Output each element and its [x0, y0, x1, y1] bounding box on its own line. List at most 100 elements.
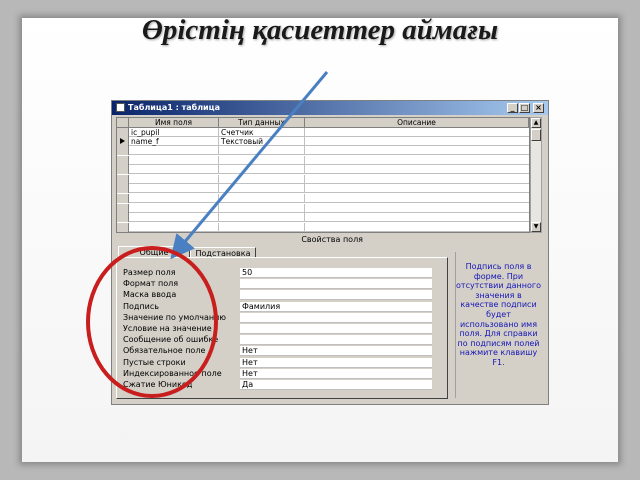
empty-table-row[interactable] [117, 184, 529, 194]
row-selector[interactable] [117, 146, 129, 155]
property-label: Обязательное поле [123, 346, 206, 356]
property-label: Формат поля [123, 279, 179, 289]
data-type-cell[interactable] [219, 165, 305, 175]
table-row[interactable]: name_f Текстовый [117, 137, 529, 146]
empty-table-row[interactable] [117, 194, 529, 203]
property-row[interactable]: Индексированное поле Нет [123, 368, 437, 379]
close-button[interactable]: × [533, 103, 544, 113]
property-label: Пустые строки [123, 357, 186, 367]
property-value-input[interactable]: Да [240, 380, 432, 390]
help-text: Подпись поля в форме. При отсутствии дан… [455, 252, 541, 398]
property-row[interactable]: Сжатие Юникод Да [123, 380, 437, 390]
empty-table-row[interactable] [117, 146, 529, 155]
empty-table-row[interactable] [117, 155, 529, 165]
property-row[interactable]: Размер поля 50 [123, 268, 437, 278]
property-value-input[interactable]: Фамилия [240, 301, 432, 312]
property-label: Сообщение об ошибке [123, 335, 219, 345]
property-value-input[interactable] [240, 335, 432, 346]
slide-title: Өрістің қасиеттер аймағы [141, 14, 499, 46]
data-type-cell[interactable] [219, 203, 305, 213]
data-type-cell[interactable] [219, 146, 305, 155]
field-name-cell[interactable] [129, 165, 219, 175]
data-type-cell[interactable] [219, 155, 305, 165]
data-type-cell[interactable] [219, 184, 305, 194]
scroll-up-icon[interactable]: ▲ [531, 118, 541, 128]
field-grid: Имя поля Тип данных Описание ic_pupil Сч… [116, 117, 530, 233]
field-name-cell[interactable] [129, 155, 219, 165]
property-row[interactable]: Пустые строки Нет [123, 357, 437, 368]
row-selector[interactable] [117, 184, 129, 194]
property-value-input[interactable]: 50 [240, 268, 432, 278]
property-value-input[interactable]: Нет [240, 346, 432, 357]
row-selector[interactable] [117, 137, 129, 146]
field-name-cell[interactable] [129, 174, 219, 184]
property-label: Подпись [123, 301, 159, 311]
table-row[interactable]: ic_pupil Счетчик [117, 128, 529, 137]
row-selector[interactable] [117, 174, 129, 184]
property-row[interactable]: Значение по умолчанию [123, 312, 437, 323]
empty-table-row[interactable] [117, 174, 529, 184]
property-label: Индексированное поле [123, 368, 222, 378]
property-label: Маска ввода [123, 290, 177, 300]
table-icon [116, 103, 125, 112]
property-value-input[interactable] [240, 290, 432, 301]
field-name-cell[interactable] [129, 194, 219, 203]
description-cell[interactable] [305, 137, 529, 146]
column-header-description[interactable]: Описание [305, 118, 529, 128]
property-label: Значение по умолчанию [123, 312, 227, 322]
description-cell[interactable] [305, 128, 529, 137]
property-value-input[interactable]: Нет [240, 368, 432, 379]
row-selector[interactable] [117, 128, 129, 137]
property-row[interactable]: Условие на значение [123, 324, 437, 334]
field-name-cell[interactable] [129, 213, 219, 223]
property-value-input[interactable] [240, 324, 432, 334]
property-row[interactable]: Подпись Фамилия [123, 301, 437, 312]
property-row[interactable]: Сообщение об ошибке [123, 335, 437, 346]
maximize-button[interactable]: □ [519, 103, 530, 113]
field-name-cell[interactable] [129, 146, 219, 155]
scroll-down-icon[interactable]: ▼ [531, 222, 541, 232]
row-selector-header [117, 118, 129, 128]
window-title: Таблица1 : таблица [128, 103, 220, 112]
field-name-cell[interactable] [129, 184, 219, 194]
empty-table-row[interactable] [117, 222, 529, 232]
window-titlebar[interactable]: Таблица1 : таблица _ □ × [112, 101, 548, 115]
properties-panel: Размер поля 50 Формат поля Маска ввода Подпи… [116, 257, 448, 399]
property-row[interactable]: Обязательное поле Нет [123, 346, 437, 357]
column-header-field-name[interactable]: Имя поля [129, 118, 219, 128]
column-header-data-type[interactable]: Тип данных [219, 118, 305, 128]
field-name-cell[interactable]: name_f [129, 137, 219, 146]
empty-table-row[interactable] [117, 165, 529, 175]
field-properties-label: Свойства поля [301, 235, 363, 244]
data-type-cell[interactable] [219, 213, 305, 223]
property-row[interactable]: Формат поля [123, 279, 437, 290]
property-value-input[interactable] [240, 312, 432, 323]
data-type-cell[interactable]: Текстовый [219, 137, 305, 146]
row-selector[interactable] [117, 203, 129, 213]
row-selector[interactable] [117, 194, 129, 203]
minimize-button[interactable]: _ [507, 103, 518, 113]
property-value-input[interactable]: Нет [240, 357, 432, 368]
property-label: Размер поля [123, 268, 176, 277]
scroll-thumb[interactable] [531, 129, 541, 141]
field-name-cell[interactable] [129, 203, 219, 213]
row-selector[interactable] [117, 213, 129, 223]
field-name-cell[interactable] [129, 222, 219, 232]
property-label: Условие на значение [123, 324, 212, 333]
empty-table-row[interactable] [117, 203, 529, 213]
data-type-cell[interactable] [219, 194, 305, 203]
row-selector[interactable] [117, 165, 129, 175]
property-row[interactable]: Маска ввода [123, 290, 437, 301]
empty-table-row[interactable] [117, 213, 529, 223]
current-row-icon [120, 138, 125, 144]
row-selector[interactable] [117, 222, 129, 232]
field-name-cell[interactable]: ic_pupil [129, 128, 219, 137]
data-type-cell[interactable] [219, 174, 305, 184]
property-label: Сжатие Юникод [123, 380, 193, 389]
property-value-input[interactable] [240, 279, 432, 290]
grid-scrollbar[interactable]: ▲ ▼ [530, 117, 542, 233]
data-type-cell[interactable] [219, 222, 305, 232]
data-type-cell[interactable]: Счетчик [219, 128, 305, 137]
row-selector[interactable] [117, 155, 129, 165]
table-design-window: Таблица1 : таблица _ □ × Имя поля Тип да… [111, 100, 549, 405]
